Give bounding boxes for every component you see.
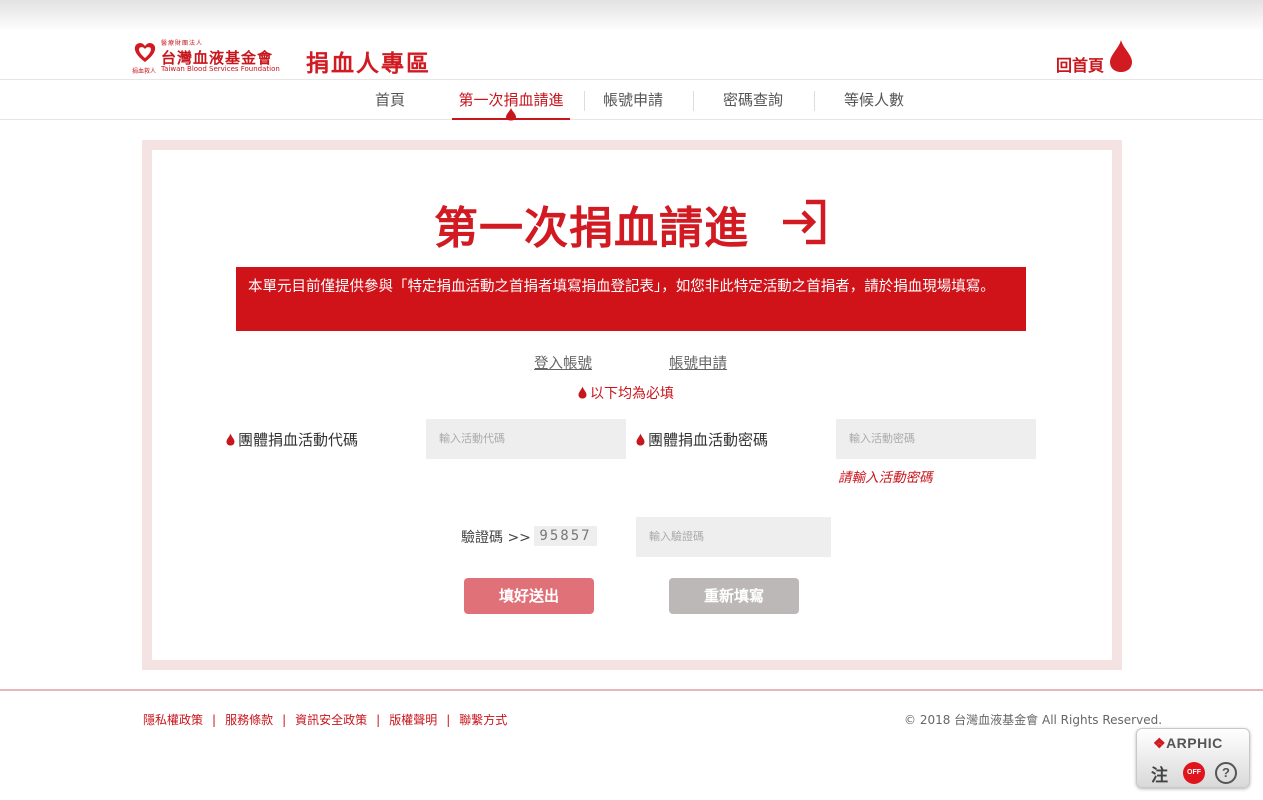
footer-link-terms[interactable]: 服務條款 [225,713,273,727]
nav-separator [693,91,694,111]
org-logo[interactable]: 醫療財團法人 台灣血液基金會 Taiwan Blood Services Fou… [161,38,296,73]
activity-code-input[interactable] [426,419,626,459]
reset-button[interactable]: 重新填寫 [669,578,799,614]
captcha-label: 驗證碼 >> [461,530,531,546]
copyright-text: © 2018 台灣血液基金會 All Rights Reserved. [904,713,1163,727]
arphic-widget: ❖ARPHIC 注 OFF ? [1136,728,1250,788]
nav-item-account-apply[interactable]: 帳號申請 [598,81,668,120]
zhuyin-off-button[interactable]: OFF [1183,762,1205,784]
blood-drop-icon [636,433,645,446]
zone-title: 捐血人專區 [306,50,431,77]
footer-separator: | [282,713,287,727]
footer-link-security[interactable]: 資訊安全政策 [295,713,367,727]
footer-link-copyright[interactable]: 版權聲明 [389,713,437,727]
active-tab-drop-icon [506,108,516,121]
logo-tagline: 捐血救人 [132,68,157,75]
footer-separator: | [212,713,217,727]
arphic-mark-icon: ❖ [1153,735,1167,751]
captcha-image[interactable]: 95857 [534,526,597,546]
password-error-message: 請輸入活動密碼 [838,470,933,486]
blood-drop-icon [1110,40,1132,72]
org-english-name: Taiwan Blood Services Foundation [161,65,280,73]
notice-banner: 本單元目前僅提供參與「特定捐血活動之首捐者填寫捐血登記表」，如您非此特定活動之首… [236,267,1026,331]
org-subtitle: 醫療財團法人 [161,40,204,47]
footer-separator: | [446,713,451,727]
enter-arrow-icon [783,199,826,245]
logo-heart-icon [134,42,156,62]
captcha-input[interactable] [636,517,831,557]
site-header: 捐血救人 醫療財團法人 台灣血液基金會 Taiwan Blood Service… [0,30,1263,80]
arphic-logo: ❖ARPHIC [1153,735,1223,752]
main-nav: 首頁 第一次捐血請進 帳號申請 密碼查詢 等候人數 [0,81,1263,121]
blood-drop-icon [578,386,587,399]
account-apply-link[interactable]: 帳號申請 [669,352,727,373]
required-note-text: 以下均為必填 [590,386,674,402]
footer-separator: | [376,713,381,727]
nav-separator [584,91,585,111]
activity-password-input[interactable] [836,419,1036,459]
browser-top-gradient [0,0,1263,30]
nav-separator [814,91,815,111]
activity-code-label: 團體捐血活動代碼 [226,429,358,450]
footer-divider [0,689,1263,691]
help-icon[interactable]: ? [1215,762,1237,784]
arphic-brand: ARPHIC [1166,735,1223,751]
activity-code-label-text: 團體捐血活動代碼 [238,431,359,449]
nav-item-home[interactable]: 首頁 [366,81,414,120]
nav-item-waiting-count[interactable]: 等候人數 [839,81,909,120]
login-account-link[interactable]: 登入帳號 [534,352,592,373]
blood-drop-icon [226,433,235,446]
activity-password-label-text: 團體捐血活動密碼 [648,431,769,449]
footer-links: 隱私權政策 | 服務條款 | 資訊安全政策 | 版權聲明 | 聯繫方式 [143,711,507,728]
footer-link-contact[interactable]: 聯繫方式 [459,713,507,727]
footer-link-privacy[interactable]: 隱私權政策 [143,713,203,727]
required-note: 以下均為必填 [578,383,674,403]
home-link[interactable]: 回首頁 [1056,52,1104,76]
nav-item-password-lookup[interactable]: 密碼查詢 [718,81,788,120]
submit-button[interactable]: 填好送出 [464,578,594,614]
page-title: 第一次捐血請進 [434,203,749,254]
activity-password-label: 團體捐血活動密碼 [636,429,768,450]
zhuyin-toggle-label[interactable]: 注 [1151,761,1168,786]
